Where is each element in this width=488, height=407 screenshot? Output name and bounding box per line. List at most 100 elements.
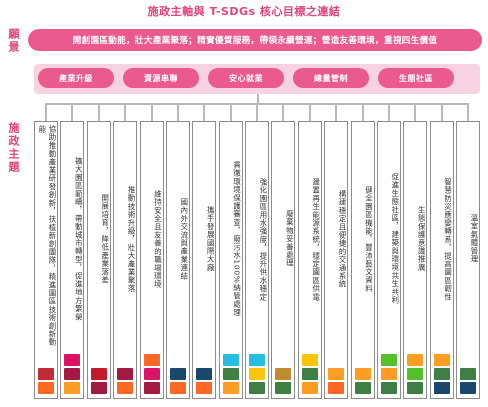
sdg-icon (64, 354, 81, 366)
sdg-icon (90, 368, 107, 380)
sdg-icon (380, 368, 397, 380)
sdg-icon (64, 368, 81, 380)
sdg-icon (407, 354, 424, 366)
sdg-icon (433, 382, 450, 394)
connector-drop (387, 103, 390, 121)
sdg-icon (169, 368, 186, 380)
theme-text: 健全園區機能，豐沛藝文資料 (364, 185, 374, 293)
connector-drop (45, 103, 47, 121)
theme-text: 推動技術升級，壯大產業聚落 (127, 185, 137, 293)
connector-drop (229, 103, 232, 121)
connector-drop (150, 103, 153, 121)
theme-text: 促進生態社區，建築與環境共生共利 (390, 173, 400, 305)
theme-text: 維持安全且友善的職場環境 (153, 189, 163, 289)
sdg-icon (169, 382, 186, 394)
sdg-icon (196, 368, 213, 380)
theme-column: 貫徹環境保護審查，廢污水100%納管處理 (218, 121, 243, 399)
theme-text: 國內外交流與產業連結 (179, 198, 189, 280)
theme-text: 強化園區用水強度，提升供水穩定 (259, 177, 268, 301)
strategy-pill: 總量管制 (293, 68, 369, 88)
sdg-icon (433, 354, 450, 366)
sdg-icon (222, 354, 239, 366)
sdg-icon (222, 368, 239, 380)
theme-column: 強化園區用水強度，提升供水穩定 (245, 121, 269, 399)
connector-drop (97, 103, 100, 121)
sdg-icon (354, 368, 371, 380)
vision-text: 開創園區動能，壯大產業聚落；精實優質服務，帶領永續營運；營造友善環境，重視四生價… (72, 36, 438, 46)
connector-drop (440, 103, 443, 121)
sdg-icon (196, 382, 213, 394)
theme-column: 開展培育，降低產業落差 (86, 121, 111, 399)
sdg-icon (117, 382, 134, 394)
sdg-icon (460, 382, 476, 394)
connector-drop (124, 103, 127, 121)
strategy-pill: 資源串聯 (123, 68, 199, 88)
sdg-icon (143, 354, 160, 366)
strategy-pill: 安心就業 (208, 68, 284, 88)
connector-drop (335, 103, 338, 121)
theme-text: 構建穩定且便捷的交通系統 (338, 189, 348, 289)
sdg-icon (301, 368, 318, 380)
theme-column: 智慧防災應變轉系，提高園區韌性 (429, 121, 454, 399)
connector-drop (176, 103, 179, 121)
sdg-icon (90, 382, 107, 394)
sdg-icon (249, 354, 265, 366)
theme-column: 廢棄物妥善處理 (271, 121, 296, 399)
sdg-icon (380, 354, 397, 366)
theme-column: 擴大園區範疇，帶動城市轉型，促進地方繁榮 (60, 121, 85, 399)
sdg-icon (301, 354, 318, 366)
sdg-icon (301, 382, 318, 394)
connector-drop (414, 103, 417, 121)
theme-column: 溫室氣體管理 (456, 121, 480, 399)
vision-box: 開創園區動能，壯大產業聚落；精實優質服務，帶領永續營運；營造友善環境，重視四生價… (28, 29, 482, 51)
theme-column: 國內外交流與產業連結 (165, 121, 190, 399)
theme-column: 協助推動產業研發創新，扶植新創團隊，精進園區技術創新動能 (34, 121, 58, 399)
theme-text: 開展培育，降低產業落差 (100, 193, 110, 285)
sdg-icon (407, 382, 424, 394)
theme-text: 攜手發展國際大廠 (206, 206, 216, 272)
theme-column: 構建穩定且便捷的交通系統 (324, 121, 349, 399)
sdg-icon (380, 382, 397, 394)
sdg-icon (407, 368, 424, 380)
connector-drop (308, 103, 311, 121)
connector-drop (71, 103, 74, 121)
sdg-icon (328, 382, 345, 394)
sdg-icon (275, 382, 292, 394)
connector-drop (361, 103, 364, 121)
sdg-icon (249, 382, 265, 394)
theme-text: 建置再生能源系統，穩定園區供電 (311, 177, 321, 301)
page-title: 施政主軸與 T-SDGs 核心目標之連結 (147, 5, 341, 18)
connector-drop (467, 103, 469, 121)
connector-drop (256, 103, 258, 121)
sdg-icon (222, 382, 239, 394)
theme-column: 促進生態社區，建築與環境共生共利 (376, 121, 401, 399)
sdg-icon (64, 382, 81, 394)
sdg-icon (38, 382, 54, 394)
theme-column: 攜手發展國際大廠 (192, 121, 217, 399)
themes-label: 施政主題 (7, 122, 20, 174)
connector-drop (203, 103, 206, 121)
theme-column: 維持安全且友善的職場環境 (139, 121, 164, 399)
sdg-icon (38, 368, 54, 380)
theme-text: 擴大園區範疇，帶動城市轉型，促進地方繁榮 (74, 157, 84, 321)
theme-text: 廢棄物妥善處理 (285, 210, 295, 268)
theme-column: 推動技術升級，壯大產業聚落 (113, 121, 138, 399)
strategy-pill: 產業升級 (38, 68, 114, 88)
theme-text: 溫室氣體管理 (470, 214, 479, 264)
sdg-icon (249, 368, 265, 380)
theme-text: 協助推動產業研發創新，扶植新創團隊，精進園區技術創新動能 (38, 125, 57, 347)
theme-column: 健全園區機能，豐沛藝文資料 (350, 121, 375, 399)
connector-trunk (257, 94, 259, 103)
theme-text: 智慧防災應變轉系，提高園區韌性 (443, 177, 453, 301)
connector-drop (282, 103, 285, 121)
sdg-icon (433, 368, 450, 380)
theme-text: 生態保護意識推廣 (417, 206, 427, 272)
sdg-icon (143, 382, 160, 394)
vision-label: 願景 (7, 28, 20, 54)
strategy-pill: 生態社區 (378, 68, 454, 88)
theme-column: 生態保護意識推廣 (403, 121, 428, 399)
sdg-icon (460, 368, 476, 380)
theme-column: 建置再生能源系統，穩定園區供電 (297, 121, 322, 399)
sdg-icon (275, 368, 292, 380)
sdg-icon (354, 382, 371, 394)
